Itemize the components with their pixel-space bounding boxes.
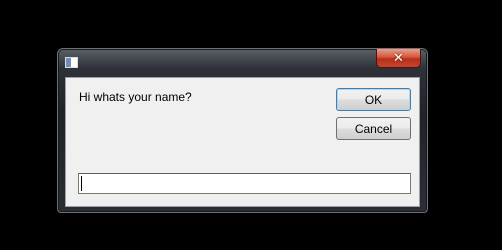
- close-icon: ✕: [393, 50, 404, 66]
- ok-button[interactable]: OK: [336, 88, 411, 111]
- dialog-body: Hi whats your name? OK Cancel: [65, 77, 420, 207]
- close-button[interactable]: ✕: [376, 49, 421, 68]
- name-input[interactable]: [78, 173, 411, 194]
- cancel-button[interactable]: Cancel: [336, 117, 411, 140]
- prompt-label: Hi whats your name?: [79, 90, 192, 104]
- title-bar[interactable]: ✕: [58, 49, 427, 75]
- input-dialog-window: ✕ Hi whats your name? OK Cancel: [57, 48, 428, 213]
- window-icon: [65, 57, 78, 68]
- text-caret: [81, 176, 82, 191]
